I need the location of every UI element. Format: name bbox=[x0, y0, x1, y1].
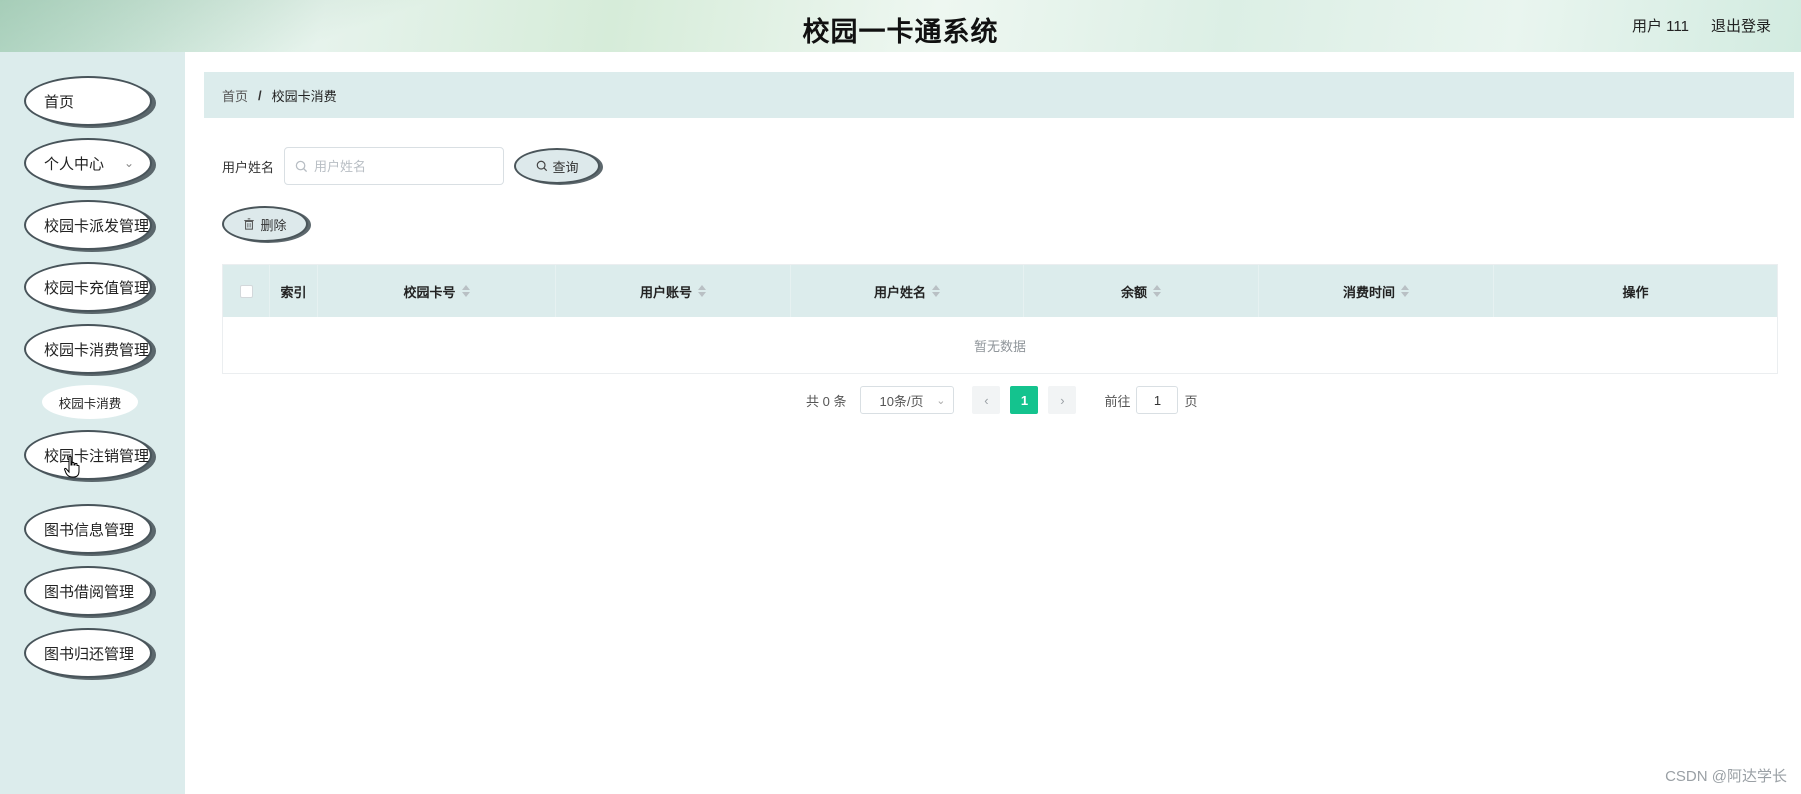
sidebar-item-label: 图书借阅管理 bbox=[44, 583, 135, 601]
query-button[interactable]: 查询 bbox=[514, 148, 601, 184]
sort-icon[interactable] bbox=[1153, 285, 1161, 297]
breadcrumb: 首页 / 校园卡消费 bbox=[204, 72, 1794, 118]
sidebar-item-label: 图书信息管理 bbox=[44, 521, 135, 539]
sort-icon[interactable] bbox=[1401, 285, 1409, 297]
sort-icon[interactable] bbox=[932, 285, 940, 297]
pagination: 共 0 条 10条/页 ⌄ ‹ 1 › 前往 页 bbox=[806, 386, 1198, 414]
goto-label: 前往 bbox=[1104, 393, 1131, 409]
search-icon bbox=[295, 160, 308, 172]
column-header-label: 用户姓名 bbox=[873, 284, 926, 300]
column-header-user-account[interactable]: 用户账号 bbox=[556, 265, 791, 317]
query-button-label: 查询 bbox=[552, 159, 579, 175]
table-header: 索引 校园卡号 用户账号 用户姓名 余额 消费时间 操作 bbox=[223, 265, 1777, 317]
chevron-left-icon: ‹ bbox=[984, 392, 989, 408]
sidebar-item-label: 首页 bbox=[44, 93, 75, 111]
pagination-total: 共 0 条 bbox=[806, 393, 847, 409]
breadcrumb-separator: / bbox=[258, 87, 262, 103]
page-size-value: 10条/页 bbox=[879, 393, 924, 409]
page-size-select[interactable]: 10条/页 ⌄ bbox=[860, 386, 955, 414]
column-header-label: 操作 bbox=[1622, 284, 1649, 300]
sidebar-item-label: 校园卡派发管理 bbox=[44, 217, 150, 235]
column-header-user-name[interactable]: 用户姓名 bbox=[791, 265, 1024, 317]
hand-cursor-icon bbox=[64, 456, 80, 478]
trash-icon bbox=[244, 218, 255, 230]
chevron-down-icon: ⌄ bbox=[123, 156, 134, 170]
column-header-card-number[interactable]: 校园卡号 bbox=[318, 265, 556, 317]
top-header: 校园一卡通系统 用户 111 退出登录 bbox=[0, 0, 1801, 52]
logout-link[interactable]: 退出登录 bbox=[1711, 15, 1771, 36]
sidebar-item-card-dispatch[interactable]: 校园卡派发管理 bbox=[24, 200, 152, 250]
current-user-label: 用户 111 bbox=[1632, 18, 1689, 35]
site-title: 校园一卡通系统 bbox=[802, 17, 999, 47]
sidebar-item-label: 校园卡充值管理 bbox=[44, 279, 150, 297]
search-input-wrapper[interactable] bbox=[284, 147, 505, 185]
sort-icon[interactable] bbox=[461, 285, 470, 297]
watermark: CSDN @阿达学长 bbox=[1665, 768, 1787, 785]
sidebar-item-book-borrow[interactable]: 图书借阅管理 bbox=[24, 566, 152, 616]
sidebar-subitem-label: 校园卡消费 bbox=[58, 396, 122, 411]
sidebar-item-book-return[interactable]: 图书归还管理 bbox=[24, 628, 152, 678]
column-header-label: 余额 bbox=[1120, 284, 1147, 300]
table-empty-state: 暂无数据 bbox=[973, 338, 1026, 354]
prev-page-button[interactable]: ‹ bbox=[972, 386, 1001, 414]
sidebar-item-label: 个人中心 bbox=[44, 155, 105, 173]
column-header-balance[interactable]: 余额 bbox=[1024, 265, 1259, 317]
sidebar: 首页 个人中心 ⌄ 校园卡派发管理 校园卡充值管理 校园卡消费管理 校园卡消费 … bbox=[0, 52, 185, 794]
data-table: 索引 校园卡号 用户账号 用户姓名 余额 消费时间 操作 暂无数据 bbox=[222, 264, 1778, 374]
sidebar-item-label: 图书归还管理 bbox=[44, 645, 135, 663]
sidebar-item-personal-center[interactable]: 个人中心 ⌄ bbox=[24, 138, 152, 188]
sidebar-item-card-cancellation[interactable]: 校园卡注销管理 bbox=[24, 430, 152, 480]
delete-button[interactable]: 删除 bbox=[222, 206, 308, 242]
next-page-button[interactable]: › bbox=[1048, 386, 1077, 414]
goto-page-suffix: 页 bbox=[1184, 393, 1198, 409]
breadcrumb-current: 校园卡消费 bbox=[271, 88, 337, 104]
goto-page-input[interactable] bbox=[1136, 386, 1179, 414]
column-header-label: 消费时间 bbox=[1342, 284, 1395, 300]
sidebar-item-label: 校园卡注销管理 bbox=[44, 447, 150, 465]
chevron-down-icon: ⌄ bbox=[936, 394, 946, 407]
sidebar-item-book-info[interactable]: 图书信息管理 bbox=[24, 504, 152, 554]
sort-icon[interactable] bbox=[698, 285, 706, 297]
column-header-index: 索引 bbox=[270, 265, 318, 317]
sidebar-item-card-consumption[interactable]: 校园卡消费管理 bbox=[24, 324, 152, 374]
select-all-checkbox[interactable] bbox=[239, 284, 253, 298]
column-header-label: 校园卡号 bbox=[403, 284, 456, 300]
breadcrumb-home-link[interactable]: 首页 bbox=[222, 86, 248, 105]
column-header-consumption-time[interactable]: 消费时间 bbox=[1259, 265, 1494, 317]
page-number-button[interactable]: 1 bbox=[1010, 386, 1039, 414]
sidebar-item-label: 校园卡消费管理 bbox=[44, 341, 150, 359]
delete-button-label: 删除 bbox=[260, 217, 287, 233]
column-header-label: 索引 bbox=[280, 284, 307, 300]
column-header-label: 用户账号 bbox=[639, 284, 692, 300]
chevron-right-icon: › bbox=[1060, 392, 1065, 408]
sidebar-item-home[interactable]: 首页 bbox=[24, 76, 152, 126]
user-area: 用户 111 退出登录 bbox=[1632, 15, 1771, 36]
search-form: 用户姓名 查询 bbox=[222, 147, 601, 185]
sidebar-subitem-card-consumption[interactable]: 校园卡消费 bbox=[42, 385, 138, 419]
search-input[interactable] bbox=[314, 158, 495, 174]
search-label: 用户姓名 bbox=[222, 159, 275, 175]
search-icon bbox=[536, 160, 547, 172]
select-all-cell bbox=[223, 265, 270, 317]
sidebar-item-card-recharge[interactable]: 校园卡充值管理 bbox=[24, 262, 152, 312]
column-header-actions: 操作 bbox=[1494, 265, 1777, 317]
